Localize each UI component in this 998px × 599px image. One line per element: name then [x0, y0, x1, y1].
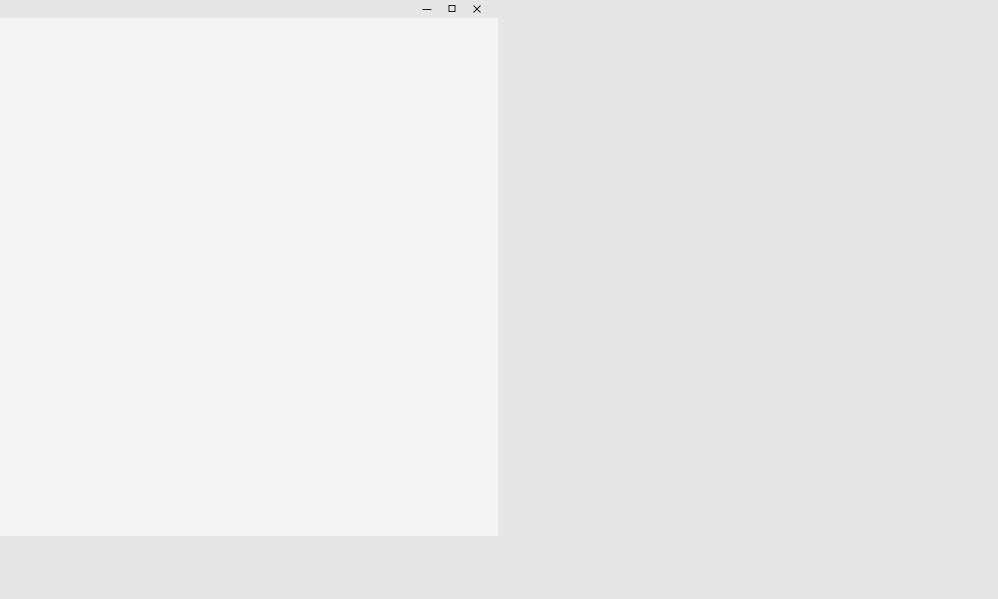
- maximize-button[interactable]: [439, 0, 464, 18]
- window-content-area[interactable]: [0, 18, 498, 536]
- desktop-background: [0, 0, 998, 599]
- minimize-icon: [422, 9, 431, 10]
- close-icon: [472, 5, 481, 13]
- close-button[interactable]: [464, 0, 489, 18]
- app-window: [0, 0, 498, 536]
- caption-buttons: [414, 0, 498, 18]
- title-bar[interactable]: [0, 0, 498, 18]
- maximize-icon: [448, 5, 455, 12]
- minimize-button[interactable]: [414, 0, 439, 18]
- titlebar-padding: [489, 0, 498, 18]
